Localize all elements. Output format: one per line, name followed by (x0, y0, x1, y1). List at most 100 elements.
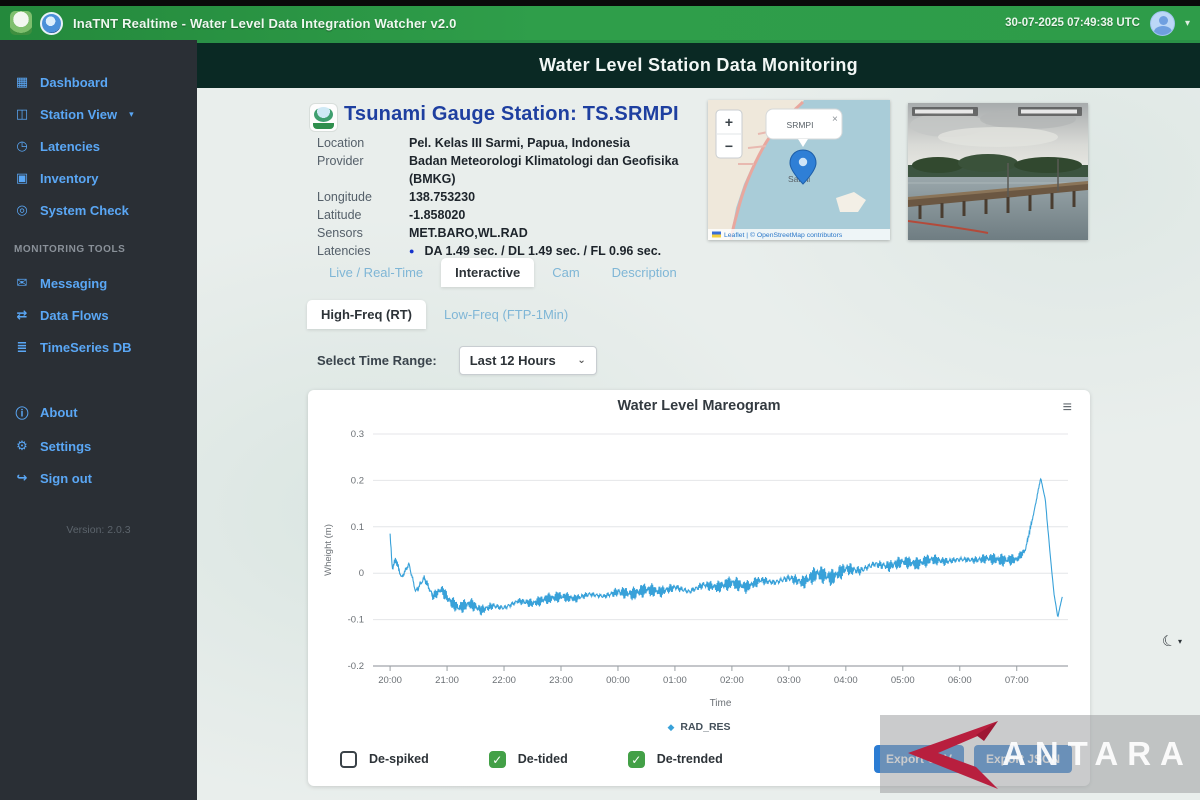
map-attribution[interactable]: Leaflet | © OpenStreetMap contributors (724, 231, 843, 239)
subtab-high-freq[interactable]: High-Freq (RT) (307, 300, 426, 329)
sidebar-item-dashboard[interactable]: ▦ Dashboard (0, 66, 197, 98)
export-csv-button[interactable]: Export CSV (874, 745, 964, 773)
sidebar-item-latencies[interactable]: ◷ Latencies (0, 130, 197, 162)
svg-text:20:00: 20:00 (378, 675, 402, 686)
sidebar: ▦ Dashboard ◫ Station View ▾ ◷ Latencies… (0, 40, 197, 800)
tab-description[interactable]: Description (598, 258, 691, 287)
sidebar-item-system-check[interactable]: ◎ System Check (0, 194, 197, 226)
checkbox-box (340, 751, 357, 768)
chart-controls: De-spiked ✓ De-tided ✓ De-trended Export… (318, 745, 1080, 773)
checkbox-label: De-spiked (369, 752, 429, 766)
sidebar-item-label: Settings (40, 439, 91, 454)
sidebar-item-station-view[interactable]: ◫ Station View ▾ (0, 98, 197, 130)
info-value: -1.858020 (409, 206, 465, 224)
sidebar-item-label: About (40, 405, 78, 420)
svg-text:22:00: 22:00 (492, 675, 516, 686)
version-label: Version: 2.0.3 (0, 524, 197, 536)
inventory-icon: ▣ (14, 170, 30, 186)
zoom-in-button[interactable]: + (725, 114, 733, 130)
main-content: Water Level Station Data Monitoring Tsun… (197, 40, 1200, 800)
page-header: Water Level Station Data Monitoring (197, 40, 1200, 88)
svg-text:0.3: 0.3 (351, 429, 364, 440)
bmkg-logo-icon (10, 11, 32, 35)
sidebar-item-label: Data Flows (40, 308, 109, 323)
station-map[interactable]: Sarmi SRMPI × + − (708, 100, 890, 240)
sidebar-item-about[interactable]: ⓘ About (0, 395, 197, 430)
dark-mode-toggle[interactable]: ☾ ▾ (1162, 632, 1182, 650)
toggle-caret-icon: ▾ (1178, 637, 1182, 646)
user-avatar[interactable] (1150, 11, 1175, 36)
station-view-icon: ◫ (14, 106, 30, 122)
checkbox-de-spiked[interactable]: De-spiked (340, 751, 429, 768)
info-value: 138.753230 (409, 188, 475, 206)
clock-icon: ◷ (14, 138, 30, 154)
chart-title: Water Level Mareogram (318, 398, 1080, 414)
sidebar-item-label: System Check (40, 203, 129, 218)
checkbox-de-tided[interactable]: ✓ De-tided (489, 751, 568, 768)
info-label: Sensors (317, 224, 409, 242)
svg-text:04:00: 04:00 (834, 675, 858, 686)
info-label: Location (317, 134, 409, 152)
info-value: Badan Meteorologi Klimatologi dan Geofis… (409, 152, 717, 188)
station-title: Tsunami Gauge Station: TS.SRMPI (344, 103, 679, 126)
monitoring-tools-section-label: MONITORING TOOLS (0, 226, 197, 267)
popup-close-icon[interactable]: × (832, 114, 838, 125)
sidebar-item-data-flows[interactable]: ⇄ Data Flows (0, 299, 197, 331)
info-row-longitude: Longitude 138.753230 (317, 188, 717, 206)
legend-series-name: RAD_RES (680, 721, 730, 733)
zoom-out-button[interactable]: − (725, 138, 733, 154)
info-label: Latitude (317, 206, 409, 224)
info-value: MET.BARO,WL.RAD (409, 224, 528, 242)
svg-text:07:00: 07:00 (1005, 675, 1029, 686)
moon-icon: ☾ (1159, 630, 1178, 652)
svg-text:0: 0 (359, 568, 364, 579)
svg-text:02:00: 02:00 (720, 675, 744, 686)
svg-text:0.2: 0.2 (351, 475, 364, 486)
tab-live-real-time[interactable]: Live / Real-Time (315, 258, 437, 287)
chevron-down-icon: ▾ (129, 109, 134, 120)
tab-cam[interactable]: Cam (538, 258, 593, 287)
station-camera-snapshot (908, 103, 1088, 240)
sidebar-item-inventory[interactable]: ▣ Inventory (0, 162, 197, 194)
svg-text:Wheight (m): Wheight (m) (323, 524, 334, 576)
sidebar-item-timeseries-db[interactable]: ≣ TimeSeries DB (0, 331, 197, 363)
checkbox-de-trended[interactable]: ✓ De-trended (628, 751, 723, 768)
user-menu-caret-icon[interactable]: ▾ (1185, 18, 1190, 29)
page-title: Water Level Station Data Monitoring (539, 55, 858, 76)
svg-text:05:00: 05:00 (891, 675, 915, 686)
time-range-select[interactable]: Last 12 Hours ⌄ (459, 346, 597, 375)
app-title: InaTNT Realtime - Water Level Data Integ… (73, 16, 457, 31)
chart-legend[interactable]: ◆ RAD_RES (318, 721, 1080, 733)
sidebar-item-label: Sign out (40, 471, 92, 486)
sidebar-item-label: Messaging (40, 276, 107, 291)
info-icon: ⓘ (14, 403, 30, 422)
system-check-icon: ◎ (14, 202, 30, 218)
sidebar-item-messaging[interactable]: ✉ Messaging (0, 267, 197, 299)
sidebar-item-sign-out[interactable]: ↪ Sign out (0, 462, 197, 494)
info-label: Provider (317, 152, 409, 188)
sidebar-item-label: Dashboard (40, 75, 108, 90)
sign-out-icon: ↪ (14, 470, 30, 486)
sidebar-item-label: Latencies (40, 139, 100, 154)
messaging-icon: ✉ (14, 275, 30, 291)
info-row-provider: Provider Badan Meteorologi Klimatologi d… (317, 152, 717, 188)
station-tabs: Live / Real-Time Interactive Cam Descrip… (315, 258, 691, 287)
chart-menu-icon[interactable]: ≡ (1063, 398, 1072, 418)
data-flows-icon: ⇄ (14, 307, 30, 323)
sidebar-item-label: Station View (40, 107, 117, 122)
station-info: Location Pel. Kelas III Sarmi, Papua, In… (317, 134, 717, 260)
checkbox-box: ✓ (628, 751, 645, 768)
checkbox-box: ✓ (489, 751, 506, 768)
sidebar-item-settings[interactable]: ⚙ Settings (0, 430, 197, 462)
frequency-subtabs: High-Freq (RT) Low-Freq (FTP-1Min) (307, 300, 582, 329)
svg-text:03:00: 03:00 (777, 675, 801, 686)
subtab-low-freq[interactable]: Low-Freq (FTP-1Min) (430, 300, 582, 329)
info-row-sensors: Sensors MET.BARO,WL.RAD (317, 224, 717, 242)
export-json-button[interactable]: Export JSON (974, 745, 1072, 773)
sidebar-item-label: Inventory (40, 171, 99, 186)
tab-interactive[interactable]: Interactive (441, 258, 534, 287)
svg-text:00:00: 00:00 (606, 675, 630, 686)
inatnt-globe-logo-icon (40, 12, 63, 35)
svg-text:01:00: 01:00 (663, 675, 687, 686)
svg-text:23:00: 23:00 (549, 675, 573, 686)
